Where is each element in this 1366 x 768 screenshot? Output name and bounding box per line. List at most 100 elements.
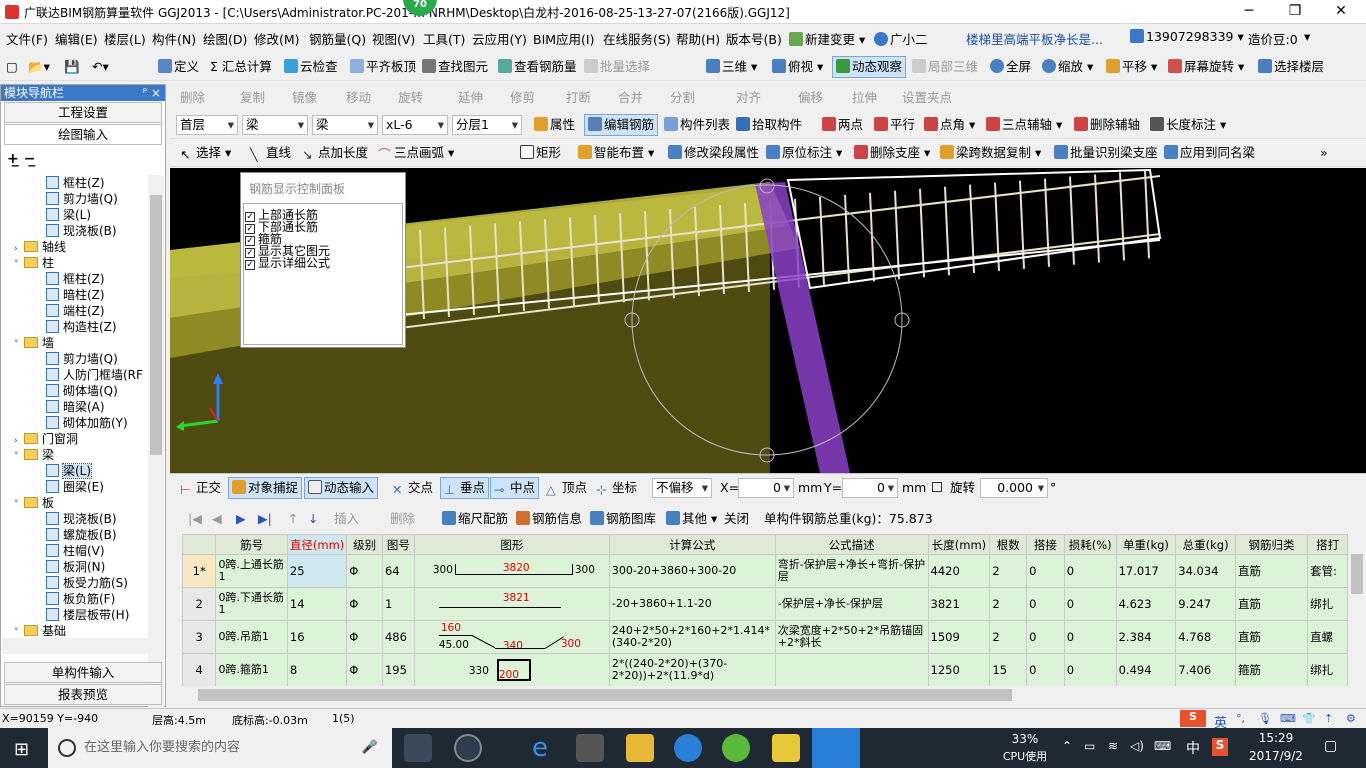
align-button[interactable]: 对齐 — [736, 89, 761, 107]
three-point-axis-button[interactable]: 三点辅轴 ▾ — [986, 116, 1062, 134]
volume-icon[interactable]: ◁) — [1130, 739, 1144, 753]
table-cell[interactable]: 486 — [381, 620, 415, 654]
column-header[interactable]: 根数 — [989, 534, 1028, 555]
table-cell[interactable]: 0.494 — [1115, 653, 1177, 686]
fullscreen-button[interactable]: 全屏 — [990, 58, 1031, 76]
other-button[interactable]: 其他 ▾ — [666, 510, 717, 528]
last-record-button[interactable]: ▶| — [258, 510, 272, 528]
taskbar-search[interactable]: 在这里输入你要搜索的内容 🎤 — [48, 728, 392, 768]
menu-cloud[interactable]: 云应用(Y) — [472, 29, 527, 48]
active-app-icon[interactable] — [812, 728, 860, 768]
table-cell[interactable]: 0 — [1063, 587, 1117, 621]
skin-icon[interactable]: 👕 — [1302, 712, 1316, 725]
merge-button[interactable]: 合并 — [618, 89, 643, 107]
table-row[interactable]: 3 0跨.吊筋1 16 Φ 486 160 45.00 340 300 240+2*50+2*16… — [182, 620, 1348, 654]
table-cell[interactable]: 9.247 — [1175, 587, 1236, 621]
table-cell[interactable]: 次梁宽度+2*50+2*吊筋锚固+2*斜长 — [774, 620, 929, 654]
perpendicular-snap-button[interactable]: ⊥ 垂点 — [440, 477, 490, 499]
tree-item[interactable]: 梁(L) — [46, 463, 93, 479]
collapse-icon[interactable]: ˅ — [14, 337, 24, 353]
column-header[interactable]: 筋号 — [215, 534, 288, 555]
table-cell[interactable]: 绑扎 — [1307, 653, 1348, 686]
table-row[interactable]: 4 0跨.箍筋1 8 Φ 195 330 200 2*((240-2*20)+(370-2*2… — [182, 653, 1348, 686]
column-header[interactable] — [182, 534, 217, 555]
insert-button[interactable]: 插入 — [334, 510, 359, 528]
tree-item[interactable]: 圈梁(E) — [46, 479, 104, 495]
table-cell[interactable]: Φ — [346, 653, 383, 686]
network-icon[interactable]: ▭ — [1084, 739, 1095, 753]
tree-item[interactable]: 梁(L) — [46, 207, 91, 223]
table-cell[interactable]: 4.623 — [1115, 587, 1177, 621]
table-row[interactable]: 1* 0跨.上通长筋1 25 Φ 64 300 3820 300 300-20+3860+300… — [182, 554, 1348, 588]
tree-item[interactable]: 框柱(Z) — [46, 175, 105, 191]
mic-icon[interactable]: 🎙 — [1258, 712, 1272, 725]
table-cell[interactable]: 16 — [286, 620, 348, 654]
tree-item[interactable]: 板洞(N) — [46, 559, 105, 575]
in-situ-mark-button[interactable]: 原位标注 ▾ — [766, 144, 842, 162]
x-input[interactable]: 0 — [738, 478, 794, 498]
table-cell[interactable]: 绑扎 — [1307, 587, 1348, 621]
select-floor-button[interactable]: 选择楼层 — [1258, 58, 1324, 76]
tree-folder[interactable]: ˅ 梁 — [14, 447, 54, 463]
properties-button[interactable]: 属性 — [534, 116, 575, 134]
3d-viewport[interactable]: 钢筋显示控制面板 ✓ 上部通长筋 ✓ 下部通长筋 ✓ 箍筋 ✓ 显示其它图元 ✓ 显示详细… — [170, 168, 1366, 473]
batch-identify-support-button[interactable]: 批量识别梁支座 — [1054, 144, 1158, 162]
notes-icon[interactable] — [772, 734, 800, 762]
local-3d-button[interactable]: 局部三维 — [912, 58, 978, 76]
collapse-icon[interactable]: ˅ — [14, 497, 24, 513]
point-length-button[interactable]: ↘ 点加长度 — [302, 144, 368, 162]
pick-component-button[interactable]: 拾取构件 — [736, 116, 802, 134]
table-cell[interactable]: 4.768 — [1175, 620, 1236, 654]
report-preview-button[interactable]: 报表预览 — [4, 684, 162, 705]
rebar-shape-cell[interactable]: 160 45.00 340 300 — [413, 620, 610, 654]
column-header[interactable]: 搭接 — [1026, 534, 1065, 555]
menu-edit[interactable]: 编辑(E) — [55, 29, 98, 48]
dynamic-input-button[interactable]: 动态输入 — [304, 477, 379, 499]
extend-button[interactable]: 延伸 — [458, 89, 483, 107]
rebar-shape-cell[interactable]: 3821 — [413, 587, 610, 621]
keyboard-icon[interactable]: ⌨ — [1280, 712, 1296, 725]
close-rebar-button[interactable]: 关闭 — [724, 510, 749, 528]
collapse-icon[interactable]: ˅ — [14, 257, 24, 273]
tree-folder[interactable]: ˅ 基础 — [14, 623, 66, 639]
table-cell[interactable]: -保护层+净长-保护层 — [774, 587, 929, 621]
top-view-button[interactable]: 俯视 ▾ — [772, 58, 823, 76]
align-slab-top-button[interactable]: 平齐板顶 — [350, 58, 416, 76]
table-cell[interactable]: 2 — [989, 620, 1028, 654]
tree-item[interactable]: 板受力筋(S) — [46, 575, 128, 591]
table-hscrollbar[interactable] — [182, 686, 1348, 704]
table-cell[interactable]: 0 — [1063, 554, 1117, 588]
keyboard-tray-icon[interactable]: ⌨ — [1154, 739, 1171, 753]
table-cell[interactable]: 3821 — [927, 587, 991, 621]
tree-item[interactable]: 剪力墙(Q) — [46, 191, 118, 207]
restore-button[interactable]: ❐ — [1272, 0, 1318, 24]
table-cell[interactable]: 弯折-保护层+净长+弯折-保护层 — [774, 554, 929, 588]
tree-folder[interactable]: › 轴线 — [14, 239, 66, 255]
column-header[interactable]: 钢筋归类 — [1234, 534, 1309, 555]
split-button[interactable]: 分割 — [670, 89, 695, 107]
offset-button[interactable]: 偏移 — [798, 89, 823, 107]
explorer-icon[interactable] — [626, 734, 654, 762]
table-cell[interactable]: 34.034 — [1175, 554, 1236, 588]
table-cell[interactable]: 8 — [286, 653, 348, 686]
tree-item[interactable]: 板负筋(F) — [46, 591, 115, 607]
news-ticker[interactable]: 楼梯里高端平板净长是... — [966, 29, 1103, 48]
table-cell[interactable]: 7.406 — [1175, 653, 1236, 686]
find-element-button[interactable]: 查找图元 — [422, 58, 488, 76]
table-cell[interactable]: 套管: — [1307, 554, 1348, 588]
table-cell[interactable]: 2 — [989, 554, 1028, 588]
rotate-button[interactable]: 旋转 — [398, 89, 423, 107]
dynamic-orbit-button[interactable]: 动态观察 — [832, 56, 907, 78]
midpoint-snap-button[interactable]: ⊸ 中点 — [490, 477, 540, 499]
table-cell[interactable]: 2.384 — [1115, 620, 1177, 654]
table-cell[interactable]: 4420 — [927, 554, 991, 588]
menu-version[interactable]: 版本号(B) — [726, 29, 782, 48]
task-view-icon[interactable] — [404, 734, 432, 762]
save-icon[interactable]: 💾 — [64, 58, 80, 76]
tree-folder[interactable]: ˅ 板 — [14, 495, 54, 511]
table-row[interactable]: 2 0跨.下通长筋1 14 Φ 1 3821 -20+3860+1.1-20 -保护层+净长-… — [182, 587, 1348, 621]
screen-rotate-button[interactable]: 屏幕旋转 ▾ — [1168, 58, 1244, 76]
component-name-select[interactable]: xL-6 — [382, 115, 448, 135]
smart-place-button[interactable]: 智能布置 ▾ — [578, 144, 654, 162]
browser-360-icon[interactable] — [454, 734, 482, 762]
